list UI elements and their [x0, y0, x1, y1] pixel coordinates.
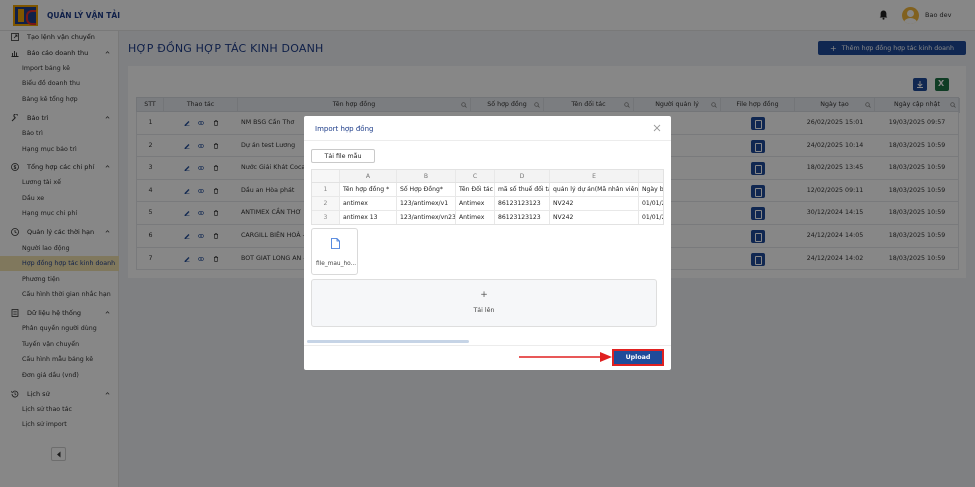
red-arrow-annotation [519, 352, 612, 362]
horizontal-scrollbar[interactable] [307, 340, 469, 343]
grid-cell: quản lý dự án(Mã nhân viên)* [550, 183, 639, 196]
grid-cell: 01/01/20 [639, 197, 663, 210]
upload-button[interactable]: Upload [612, 349, 664, 366]
grid-row-number: 3 [312, 211, 340, 224]
plus-icon: + [480, 290, 488, 300]
import-modal: Import hợp đồng Tải file mẫu A B C D E 1 Tên h… [304, 116, 671, 370]
grid-cell: Antimex [456, 211, 495, 224]
file-name: file_mau_ho... [316, 261, 357, 267]
grid-column-letter: A [340, 170, 397, 182]
uploaded-file-card[interactable]: file_mau_ho... [311, 228, 358, 275]
grid-column-letter: B [397, 170, 456, 182]
grid-cell: 86123123123 [495, 197, 550, 210]
grid-row-number: 2 [312, 197, 340, 210]
preview-grid: A B C D E 1 Tên hợp đồng * Số Hợp Đồng* Tên Đối … [311, 169, 664, 225]
grid-row: 2 antimex 123/antimex/v1 Antimex 86123123123… [312, 197, 663, 211]
grid-cell: NV242 [550, 211, 639, 224]
grid-cell: Số Hợp Đồng* [397, 183, 456, 196]
grid-row: 3 antimex 13 123/antimex/vn23 Antimex 861231… [312, 211, 663, 224]
grid-column-letter [639, 170, 663, 182]
grid-cell: 123/antimex/vn23 [397, 211, 456, 224]
close-icon[interactable] [653, 124, 661, 132]
grid-column-letter: C [456, 170, 495, 182]
grid-cell: 123/antimex/v1 [397, 197, 456, 210]
divider [304, 140, 671, 141]
grid-cell: 01/01/20 [639, 211, 663, 224]
download-template-button[interactable]: Tải file mẫu [311, 149, 375, 163]
grid-column-letter: E [550, 170, 639, 182]
grid-cell: antimex [340, 197, 397, 210]
modal-title: Import hợp đồng [315, 125, 374, 133]
grid-cell: Tên hợp đồng * [340, 183, 397, 196]
grid-cell: NV242 [550, 197, 639, 210]
grid-cell: 86123123123 [495, 211, 550, 224]
grid-cell: antimex 13 [340, 211, 397, 224]
grid-cell: mã số thuế đối tác [495, 183, 550, 196]
grid-cell: Tên Đối tác [456, 183, 495, 196]
grid-corner [312, 170, 340, 182]
upload-dropzone-label: Tải lên [473, 307, 495, 314]
grid-column-letter: D [495, 170, 550, 182]
grid-cell: Ngày bắt [639, 183, 663, 196]
grid-row-number: 1 [312, 183, 340, 196]
grid-cell: Antimex [456, 197, 495, 210]
grid-column-letters: ABCDE [312, 170, 663, 183]
grid-row: 1 Tên hợp đồng * Số Hợp Đồng* Tên Đối tác mã… [312, 183, 663, 197]
divider [304, 345, 671, 346]
file-icon [331, 238, 340, 249]
upload-dropzone[interactable]: + Tải lên [311, 279, 657, 327]
